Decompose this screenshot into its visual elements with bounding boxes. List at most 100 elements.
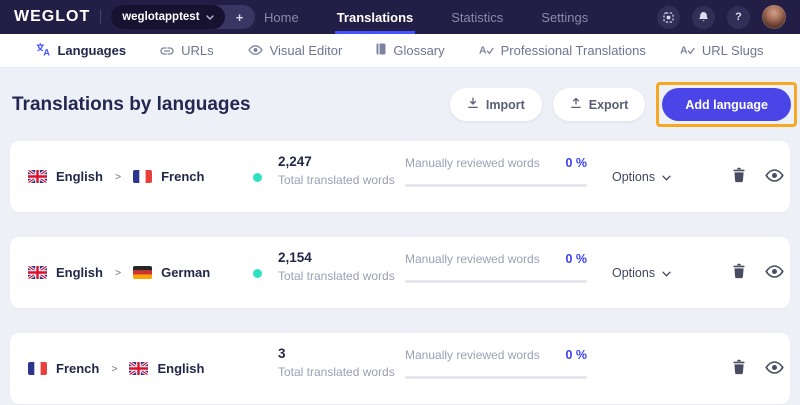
project-selector[interactable]: weglotapptest + bbox=[111, 5, 255, 29]
view-eye-icon[interactable] bbox=[765, 361, 784, 377]
translations-subnav: A Languages URLs Visual Editor Glossary … bbox=[0, 34, 800, 68]
tab-visual-editor[interactable]: Visual Editor bbox=[247, 43, 343, 58]
translate-icon: A bbox=[36, 42, 51, 59]
pair-separator: > bbox=[114, 266, 122, 279]
chevron-down-icon bbox=[662, 170, 671, 184]
import-button[interactable]: Import bbox=[449, 88, 542, 121]
status-dot bbox=[253, 269, 262, 278]
tab-url-slugs[interactable]: A URL Slugs bbox=[680, 43, 764, 58]
options-label: Options bbox=[612, 265, 656, 280]
translated-words: 2,154 Total translated words bbox=[278, 250, 395, 283]
language-pair: English > German bbox=[28, 237, 210, 308]
link-icon bbox=[160, 43, 174, 58]
pair-separator: > bbox=[114, 170, 122, 183]
import-icon bbox=[467, 97, 479, 112]
reviewed-percent: 0 % bbox=[565, 252, 587, 266]
pro-translate-icon: A bbox=[479, 43, 494, 58]
weglot-logo: WEGLOT bbox=[14, 8, 91, 25]
bell-icon[interactable] bbox=[692, 5, 715, 29]
export-button[interactable]: Export bbox=[552, 88, 646, 121]
import-label: Import bbox=[485, 97, 525, 112]
add-language-button[interactable]: Add language bbox=[662, 88, 791, 121]
reviewed-label: Manually reviewed words bbox=[405, 348, 540, 362]
language-pair: English > French bbox=[28, 141, 204, 212]
tab-professional-translations[interactable]: A Professional Translations bbox=[479, 43, 646, 58]
nav-item-home[interactable]: Home bbox=[264, 0, 299, 34]
nav-item-translations[interactable]: Translations bbox=[334, 0, 415, 34]
target-language: German bbox=[161, 265, 211, 280]
word-count-label: Total translated words bbox=[278, 269, 395, 283]
source-language: English bbox=[56, 169, 103, 184]
view-eye-icon[interactable] bbox=[765, 265, 784, 281]
add-project-button[interactable]: + bbox=[225, 10, 255, 25]
status-dot bbox=[253, 173, 262, 182]
options-label: Options bbox=[612, 169, 656, 184]
chevron-down-icon bbox=[205, 11, 214, 23]
tab-glossary[interactable]: Glossary bbox=[376, 43, 445, 58]
word-count-label: Total translated words bbox=[278, 173, 395, 187]
flag-fr-icon bbox=[28, 362, 47, 375]
tab-label: Languages bbox=[57, 43, 127, 58]
language-pair: French > English bbox=[28, 333, 204, 404]
flag-de-icon bbox=[133, 266, 153, 279]
language-rows: English > French 2,247 Total translated … bbox=[0, 141, 800, 404]
word-count: 2,154 bbox=[278, 250, 312, 265]
toolbar: Import Export Add language bbox=[449, 82, 797, 127]
reviewed-words: Manually reviewed words 0 % bbox=[405, 348, 587, 379]
pair-separator: > bbox=[111, 362, 118, 375]
tab-label: Visual Editor bbox=[269, 43, 343, 58]
tab-languages[interactable]: A Languages bbox=[36, 42, 127, 59]
book-icon bbox=[376, 43, 386, 58]
source-language: English bbox=[56, 265, 103, 280]
language-row-english-french: English > French 2,247 Total translated … bbox=[10, 141, 790, 212]
svg-text:A: A bbox=[680, 45, 688, 56]
export-icon bbox=[570, 97, 582, 112]
export-label: Export bbox=[588, 97, 629, 112]
page-title: Translations by languages bbox=[12, 93, 251, 115]
svg-text:A: A bbox=[44, 47, 51, 55]
word-count: 2,247 bbox=[278, 154, 312, 169]
view-eye-icon[interactable] bbox=[765, 169, 784, 185]
delete-icon[interactable] bbox=[732, 167, 746, 186]
source-language: French bbox=[56, 361, 100, 376]
language-row-french-english: French > English 3 Total translated word… bbox=[10, 333, 790, 404]
delete-icon[interactable] bbox=[732, 263, 746, 282]
options-dropdown[interactable]: Options bbox=[612, 141, 671, 212]
header-actions: ? bbox=[657, 5, 786, 29]
reviewed-progress-bar bbox=[405, 280, 587, 283]
target-language: French bbox=[161, 169, 205, 184]
apps-icon[interactable] bbox=[657, 5, 680, 29]
reviewed-progress-bar bbox=[405, 376, 587, 379]
flag-uk-icon bbox=[28, 266, 47, 279]
delete-icon[interactable] bbox=[732, 359, 746, 378]
slug-icon: A bbox=[680, 43, 695, 58]
help-icon[interactable]: ? bbox=[727, 5, 750, 29]
reviewed-label: Manually reviewed words bbox=[405, 252, 540, 266]
reviewed-words: Manually reviewed words 0 % bbox=[405, 156, 587, 187]
nav-item-settings[interactable]: Settings bbox=[541, 0, 588, 34]
main-nav: Home Translations Statistics Settings bbox=[264, 0, 588, 34]
target-language: English bbox=[157, 361, 205, 376]
tab-label: URL Slugs bbox=[701, 43, 764, 58]
nav-item-statistics[interactable]: Statistics bbox=[451, 0, 503, 34]
avatar[interactable] bbox=[762, 5, 786, 29]
reviewed-percent: 0 % bbox=[565, 348, 587, 362]
reviewed-label: Manually reviewed words bbox=[405, 156, 540, 170]
project-dropdown[interactable]: weglotapptest bbox=[111, 5, 225, 29]
top-header: WEGLOT weglotapptest + Home Translations… bbox=[0, 0, 800, 34]
language-row-english-german: English > German 2,154 Total translated … bbox=[10, 237, 790, 308]
tab-label: Professional Translations bbox=[500, 43, 646, 58]
tab-urls[interactable]: URLs bbox=[160, 43, 214, 58]
page-head: Translations by languages Import Export … bbox=[0, 68, 800, 141]
eye-icon bbox=[247, 43, 263, 58]
translated-words: 3 Total translated words bbox=[278, 346, 395, 379]
word-count-label: Total translated words bbox=[278, 365, 395, 379]
flag-uk-icon bbox=[129, 362, 149, 375]
add-language-highlight: Add language bbox=[656, 82, 797, 127]
main-content: Translations by languages Import Export … bbox=[0, 68, 800, 405]
word-count: 3 bbox=[278, 346, 286, 361]
reviewed-percent: 0 % bbox=[565, 156, 587, 170]
flag-fr-icon bbox=[133, 170, 153, 183]
tab-label: Glossary bbox=[393, 43, 445, 58]
options-dropdown[interactable]: Options bbox=[612, 237, 671, 308]
